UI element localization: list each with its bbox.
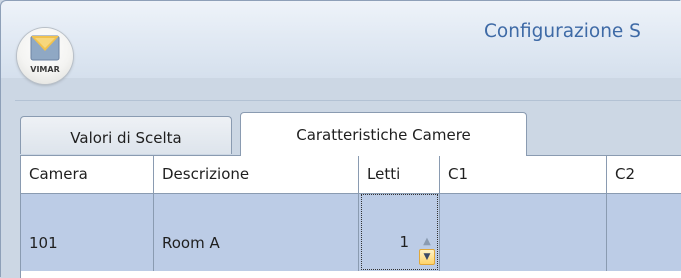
rooms-grid: Camera Descrizione Letti C1 C2 101 Room … xyxy=(20,155,681,278)
column-header-c1[interactable]: C1 xyxy=(440,156,607,193)
logo-text: VIMAR xyxy=(30,65,60,74)
cell-descrizione[interactable]: Room A xyxy=(154,194,359,271)
grid-header-row: Camera Descrizione Letti C1 C2 xyxy=(21,156,681,194)
up-arrow-icon[interactable]: ▲ xyxy=(419,235,435,248)
letti-spin-editor[interactable]: 1 ▲ ▼ xyxy=(361,194,438,270)
tab-valori-di-scelta[interactable]: Valori di Scelta xyxy=(20,116,232,154)
column-header-descrizione[interactable]: Descrizione xyxy=(154,156,359,193)
ribbon-separator xyxy=(15,100,681,101)
vimar-logo-icon xyxy=(30,35,60,61)
down-arrow-icon[interactable]: ▼ xyxy=(419,249,435,265)
cell-camera[interactable]: 101 xyxy=(21,194,154,271)
window-title: Configurazione S xyxy=(484,21,641,42)
app-window: Configurazione S VIMAR Valori di Scelta … xyxy=(0,0,681,278)
title-bar: Configurazione S xyxy=(1,1,681,78)
column-header-c2[interactable]: C2 xyxy=(607,156,681,193)
cell-c2[interactable] xyxy=(607,194,681,271)
tab-caratteristiche-camere[interactable]: Caratteristiche Camere xyxy=(240,112,527,156)
column-header-letti[interactable]: Letti xyxy=(359,156,440,193)
table-row[interactable]: 101 Room A xyxy=(21,194,681,271)
cell-c1[interactable] xyxy=(440,194,607,271)
letti-value[interactable]: 1 xyxy=(399,233,409,251)
column-header-camera[interactable]: Camera xyxy=(21,156,154,193)
application-menu-button[interactable]: VIMAR xyxy=(17,28,73,84)
